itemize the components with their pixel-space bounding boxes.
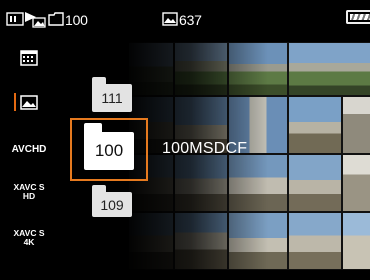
xavc-s-hd-label-line2: HD bbox=[22, 191, 36, 201]
playback-screen: 100 637 AVCHD XAVC S HD XAVC S 4K 111 10… bbox=[0, 0, 370, 280]
thumbnail[interactable] bbox=[342, 212, 370, 270]
image-count-icon bbox=[162, 12, 178, 26]
selected-folder-name: 100MSDCF bbox=[162, 140, 248, 157]
folder-100[interactable]: 100 bbox=[84, 123, 134, 170]
thumbnail[interactable] bbox=[288, 42, 370, 96]
thumbnail[interactable] bbox=[288, 96, 342, 154]
avchd-label: AVCHD bbox=[11, 144, 47, 155]
folder-icon bbox=[48, 12, 64, 26]
folder-109-label: 109 bbox=[92, 192, 132, 217]
battery-icon bbox=[346, 10, 370, 24]
still-image-view-button[interactable] bbox=[0, 90, 58, 114]
folder-number: 100 bbox=[65, 12, 88, 28]
calendar-view-button[interactable] bbox=[0, 46, 58, 70]
xavc-s-4k-label-line2: 4K bbox=[23, 237, 35, 247]
image-count: 637 bbox=[179, 12, 202, 28]
playback-mode-icon bbox=[24, 10, 46, 28]
avchd-view-button[interactable]: AVCHD bbox=[0, 140, 58, 160]
folder-100-label: 100 bbox=[84, 132, 134, 170]
still-image-icon bbox=[20, 94, 38, 110]
thumbnail[interactable] bbox=[342, 154, 370, 212]
folder-109[interactable]: 109 bbox=[92, 185, 132, 217]
memory-card-icon bbox=[6, 12, 24, 26]
xavc-s-4k-view-button[interactable]: XAVC S 4K bbox=[0, 226, 58, 250]
grid-fade-overlay bbox=[128, 40, 268, 280]
thumbnail[interactable] bbox=[342, 96, 370, 154]
thumbnail[interactable] bbox=[288, 154, 342, 212]
folder-111[interactable]: 111 bbox=[92, 77, 132, 112]
view-mode-menu: AVCHD XAVC S HD XAVC S 4K bbox=[0, 40, 58, 280]
thumbnail[interactable] bbox=[288, 212, 342, 270]
status-bar: 100 637 bbox=[0, 0, 370, 40]
xavc-s-hd-view-button[interactable]: XAVC S HD bbox=[0, 180, 58, 204]
folder-111-label: 111 bbox=[92, 84, 132, 112]
calendar-icon bbox=[20, 50, 38, 66]
